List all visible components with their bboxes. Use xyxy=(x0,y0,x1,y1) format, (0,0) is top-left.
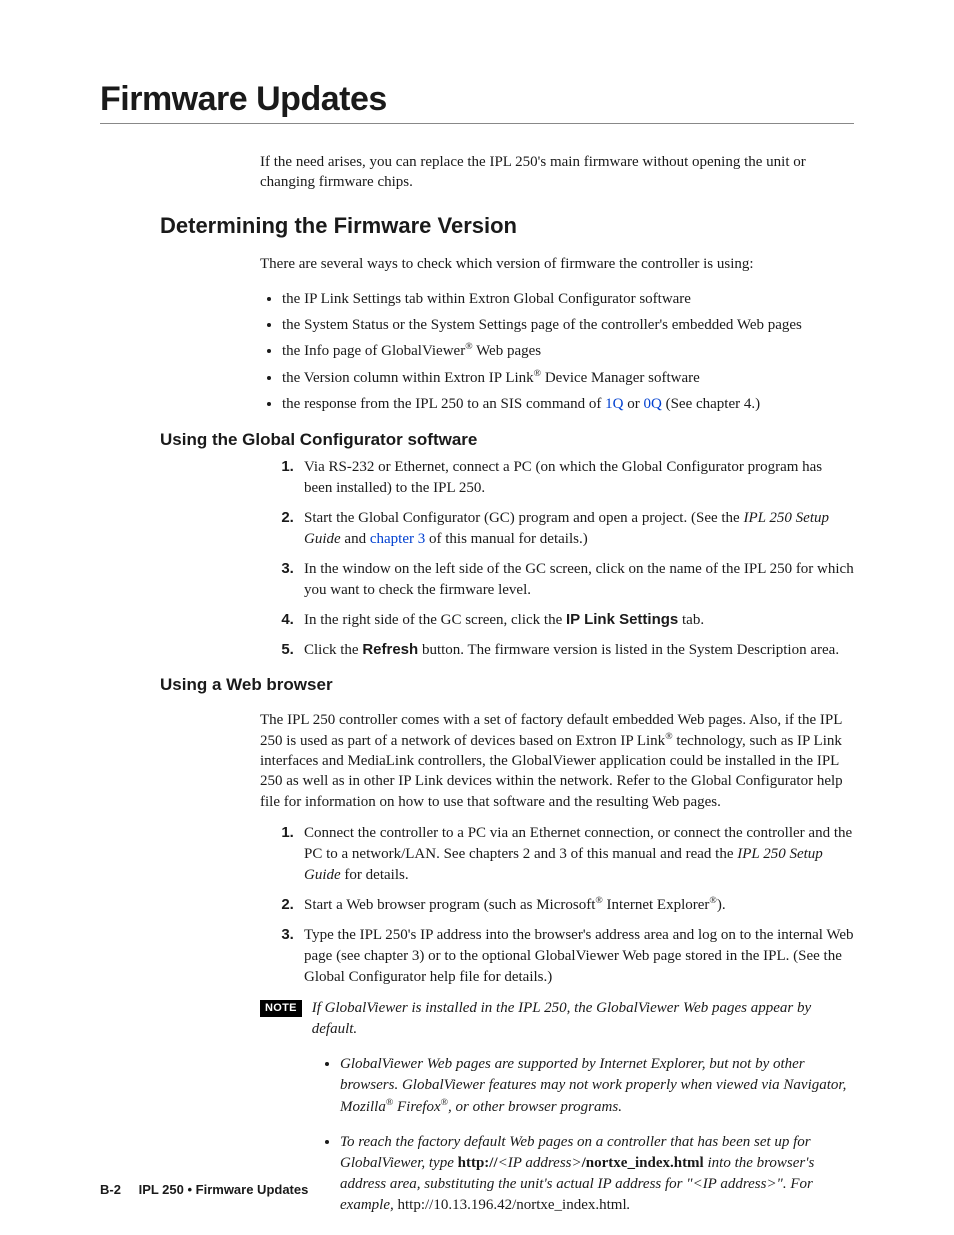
registered-mark: ® xyxy=(534,368,541,379)
gc-steps: Via RS-232 or Ethernet, connect a PC (on… xyxy=(270,456,854,661)
text: Click the xyxy=(304,642,362,658)
text: button. The firmware version is listed i… xyxy=(418,642,839,658)
step-item: Click the Refresh button. The firmware v… xyxy=(298,639,854,661)
footer-text: IPL 250 • Firmware Updates xyxy=(139,1182,309,1197)
text: the Version column within Extron IP Link xyxy=(282,370,534,386)
ui-element-name: Refresh xyxy=(362,641,418,658)
registered-mark: ® xyxy=(595,895,602,906)
registered-mark: ® xyxy=(441,1097,448,1108)
step-item: Type the IPL 250's IP address into the b… xyxy=(298,924,854,988)
ui-element-name: IP Link Settings xyxy=(566,611,678,628)
registered-mark: ® xyxy=(665,731,672,742)
list-item: the response from the IPL 250 to an SIS … xyxy=(282,394,854,416)
text: of this manual for details.) xyxy=(425,531,587,547)
text: the Info page of GlobalViewer xyxy=(282,343,465,359)
url-part: http:// xyxy=(458,1155,498,1171)
list-item: the Info page of GlobalViewer® Web pages xyxy=(282,340,854,363)
subsection-gc: Using the Global Configurator software xyxy=(160,430,854,450)
text: Internet Explorer xyxy=(603,897,710,913)
list-item: GlobalViewer Web pages are supported by … xyxy=(340,1054,854,1118)
text: or xyxy=(623,396,643,412)
url-part: /nortxe_index.html xyxy=(582,1155,704,1171)
text: Web pages xyxy=(473,343,542,359)
registered-mark: ® xyxy=(465,341,472,352)
text: Start a Web browser program (such as Mic… xyxy=(304,897,595,913)
text: tab. xyxy=(678,612,704,628)
section-heading-determining: Determining the Firmware Version xyxy=(160,213,854,239)
text: Start the Global Configurator (GC) progr… xyxy=(304,510,743,526)
title-divider xyxy=(100,123,854,124)
list-item: To reach the factory default Web pages o… xyxy=(340,1132,854,1216)
text: and xyxy=(341,531,370,547)
step-item: Via RS-232 or Ethernet, connect a PC (on… xyxy=(298,456,854,499)
list-item: the Version column within Extron IP Link… xyxy=(282,367,854,390)
text: for details. xyxy=(341,867,409,883)
list-item: the System Status or the System Settings… xyxy=(282,315,854,337)
intro-paragraph: If the need arises, you can replace the … xyxy=(260,152,854,193)
note-badge: NOTE xyxy=(260,1000,302,1017)
text: In the right side of the GC screen, clic… xyxy=(304,612,566,628)
step-item: Start the Global Configurator (GC) progr… xyxy=(298,507,854,550)
step-item: Connect the controller to a PC via an Et… xyxy=(298,822,854,886)
link-chapter-3[interactable]: chapter 3 xyxy=(370,531,425,547)
text: ). xyxy=(717,897,726,913)
note-block: NOTE If GlobalViewer is installed in the… xyxy=(260,998,854,1040)
link-1q[interactable]: 1Q xyxy=(605,396,623,412)
text: . xyxy=(627,1197,631,1213)
example-url: http://10.13.196.42/nortxe_index.html xyxy=(397,1197,626,1213)
page-title: Firmware Updates xyxy=(100,80,854,119)
registered-mark: ® xyxy=(709,895,716,906)
version-methods-list: the IP Link Settings tab within Extron G… xyxy=(260,289,854,416)
link-0q[interactable]: 0Q xyxy=(643,396,661,412)
text: , or other browser programs. xyxy=(448,1099,622,1115)
page-footer: B-2 IPL 250 • Firmware Updates xyxy=(100,1182,308,1197)
note-sublist: GlobalViewer Web pages are supported by … xyxy=(318,1054,854,1216)
web-paragraph: The IPL 250 controller comes with a set … xyxy=(260,710,854,812)
text: the response from the IPL 250 to an SIS … xyxy=(282,396,605,412)
subsection-web: Using a Web browser xyxy=(160,675,854,695)
text: <IP address> xyxy=(498,1155,582,1171)
step-item: Start a Web browser program (such as Mic… xyxy=(298,894,854,916)
section-intro: There are several ways to check which ve… xyxy=(260,254,854,274)
text: Device Manager software xyxy=(541,370,700,386)
text: (See chapter 4.) xyxy=(662,396,760,412)
page-number: B-2 xyxy=(100,1182,121,1197)
text: Firefox xyxy=(393,1099,440,1115)
step-item: In the window on the left side of the GC… xyxy=(298,558,854,601)
list-item: the IP Link Settings tab within Extron G… xyxy=(282,289,854,311)
web-steps: Connect the controller to a PC via an Et… xyxy=(270,822,854,988)
step-item: In the right side of the GC screen, clic… xyxy=(298,609,854,631)
note-text: If GlobalViewer is installed in the IPL … xyxy=(312,998,854,1040)
